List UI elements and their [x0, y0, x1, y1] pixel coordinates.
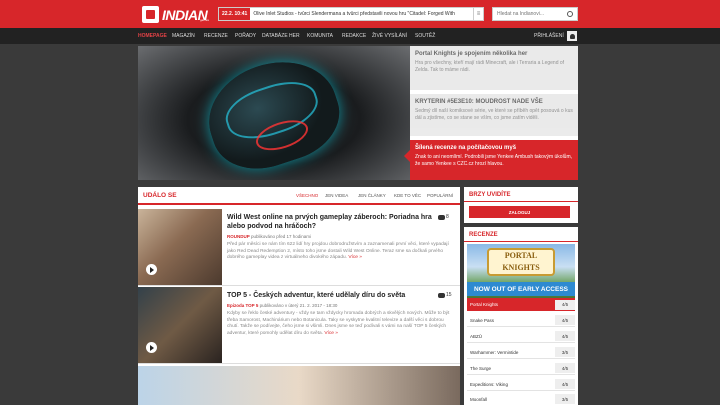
- divider: [464, 201, 578, 202]
- article-meta: ROUNDUP publikováno před 17 hodinami: [227, 234, 312, 239]
- logo-icon: [142, 6, 159, 23]
- comment-icon: [438, 292, 445, 298]
- filter-all[interactable]: Všechno: [296, 193, 318, 198]
- ticker-list-icon[interactable]: ≡: [473, 8, 483, 20]
- hero-slider: Portal Knights je spojením několika her …: [138, 46, 578, 180]
- review-item[interactable]: Snake Pass 4/5: [467, 314, 575, 327]
- hero-item-title: Šílená recenze na počítačovou myš: [415, 145, 517, 151]
- news-feed: UDÁLO SE Všechno Jen videa Jen články Kd…: [138, 187, 460, 405]
- filter-videos[interactable]: Jen videa: [325, 193, 348, 198]
- main-nav: Homepage Magazín Recenze Pořady Databáze…: [0, 28, 720, 44]
- hero-item-active[interactable]: Šílená recenze na počítačovou myš Znak t…: [410, 140, 578, 180]
- hero-item-desc: Znak to ani neomlímí. Podrobili jsme Yen…: [415, 154, 573, 167]
- read-more-link[interactable]: Více »: [348, 255, 362, 260]
- article-item[interactable]: [138, 366, 460, 405]
- review-score: 4/5: [555, 331, 575, 341]
- feed-title: UDÁLO SE: [143, 192, 177, 199]
- article-title[interactable]: TOP 5 - Českých adventur, které udělaly …: [227, 291, 433, 300]
- review-score: 3/5: [555, 394, 575, 404]
- read-more-link[interactable]: Více »: [324, 331, 338, 336]
- login-widget-title: BRZY UVIDÍTE: [469, 192, 511, 198]
- hero-item[interactable]: KRYTERIN #5E3E10: MOUDROST NADE VŠE Sedm…: [410, 94, 578, 136]
- article-thumbnail[interactable]: [138, 287, 222, 363]
- hero-item-desc: Hra pro všechny, kteří mají rádi Minecra…: [415, 60, 565, 73]
- ticker-text[interactable]: Olive Inlet Studios - tvůrci Slendermana…: [250, 11, 473, 17]
- ticker-date: 22.2. 10:41: [219, 8, 251, 20]
- news-ticker[interactable]: 22.2. 10:41 Olive Inlet Studios - tvůrci…: [218, 7, 484, 21]
- search-box[interactable]: [492, 7, 578, 21]
- review-item[interactable]: Warhammer: Vermintide 3/5: [467, 346, 575, 359]
- login-widget: BRZY UVIDÍTE ZALOGUJ: [464, 187, 578, 223]
- review-name: Snake Pass: [470, 317, 495, 323]
- banner-logo: PORTAL KNIGHTS: [487, 248, 555, 276]
- nav-item-redakce[interactable]: Redakce: [342, 28, 366, 44]
- article-item[interactable]: TOP 5 - Českých adventur, které udělaly …: [138, 287, 460, 364]
- nav-item-komunita[interactable]: Komunita: [307, 28, 333, 44]
- filter-popular[interactable]: Populární: [427, 193, 453, 198]
- search-input[interactable]: [497, 11, 567, 17]
- article-thumbnail[interactable]: [138, 209, 222, 285]
- review-score: 4/5: [555, 299, 575, 310]
- divider: [464, 241, 578, 242]
- nav-item-recenze[interactable]: Recenze: [204, 28, 228, 44]
- review-item[interactable]: ABZÛ 4/5: [467, 330, 575, 343]
- article-item[interactable]: Wild West online na prvých gameplay zábe…: [138, 209, 460, 286]
- article-excerpt: Před pár měsíci se nám tím 622 lidí hry …: [227, 242, 449, 261]
- review-name: Expeditions: Viking: [470, 381, 508, 387]
- play-icon[interactable]: [146, 342, 157, 353]
- comment-count[interactable]: 15: [438, 292, 452, 298]
- nav-item-databaze-her[interactable]: Databáze her: [262, 28, 300, 44]
- hero-item-title: Portal Knights je spojením několika her: [415, 51, 528, 57]
- gaming-mouse-image: [195, 46, 351, 180]
- review-name: Warhammer: Vermintide: [470, 349, 519, 355]
- comment-icon: [438, 214, 445, 220]
- hero-item[interactable]: Portal Knights je spojením několika her …: [410, 46, 578, 90]
- hero-item-desc: Sedmý díl naší komiksové série, ve které…: [415, 108, 573, 121]
- user-icon[interactable]: [567, 31, 577, 41]
- nav-item-homepage[interactable]: Homepage: [138, 28, 167, 44]
- hero-list: Portal Knights je spojením několika her …: [410, 46, 578, 180]
- filter-articles[interactable]: Jen články: [358, 193, 386, 198]
- play-icon[interactable]: [146, 264, 157, 275]
- nav-item-zive-vysilani[interactable]: Živé vysílání: [372, 28, 407, 44]
- article-meta: Epizoda TOP 5 publikováno v úterý 21. 2.…: [227, 303, 338, 308]
- review-name: ABZÛ: [470, 333, 483, 339]
- reviews-widget: RECENZE PORTAL KNIGHTS NOW OUT OF EARLY …: [464, 227, 578, 405]
- review-name: Portal Knights: [470, 302, 499, 307]
- review-item[interactable]: Portal Knights 4/5: [467, 298, 575, 311]
- review-item[interactable]: Expeditions: Viking 4/5: [467, 378, 575, 391]
- review-item[interactable]: Moonfall 3/5: [467, 393, 575, 405]
- review-name: Moonfall: [470, 396, 488, 402]
- portal-knights-banner[interactable]: PORTAL KNIGHTS NOW OUT OF EARLY ACCESS: [467, 244, 575, 301]
- nav-item-magazin[interactable]: Magazín: [172, 28, 195, 44]
- login-link[interactable]: PŘIHLÁŠENÍ: [534, 28, 564, 44]
- article-title[interactable]: Wild West online na prvých gameplay zábe…: [227, 213, 433, 231]
- article-thumbnail[interactable]: [138, 366, 460, 405]
- review-score: 4/5: [555, 315, 575, 325]
- nav-item-porady[interactable]: Pořady: [235, 28, 256, 44]
- active-pointer-icon: [404, 150, 410, 162]
- reviews-title: RECENZE: [469, 232, 498, 238]
- login-button[interactable]: ZALOGUJ: [469, 206, 570, 218]
- hero-item-title: KRYTERIN #5E3E10: MOUDROST NADE VŠE: [415, 99, 543, 105]
- banner-cta: NOW OUT OF EARLY ACCESS: [467, 282, 575, 296]
- review-score: 3/5: [555, 347, 575, 357]
- filter-where[interactable]: Kde to věc: [394, 193, 421, 198]
- review-score: 4/5: [555, 363, 575, 373]
- article-excerpt: Kdyby se řeklo české adventury - vždy se…: [227, 311, 450, 336]
- review-score: 4/5: [555, 379, 575, 389]
- comment-count[interactable]: 8: [438, 214, 449, 220]
- hero-image[interactable]: [138, 46, 410, 180]
- site-header: INDIAN games 22.2. 10:41 Olive Inlet Stu…: [0, 0, 720, 28]
- review-name: The Surge: [470, 365, 492, 371]
- nav-item-soutez[interactable]: Soutěž: [415, 28, 435, 44]
- feed-header: UDÁLO SE Všechno Jen videa Jen články Kd…: [138, 187, 460, 205]
- site-logo[interactable]: INDIAN games: [142, 5, 210, 24]
- logo-subtitle: games: [200, 18, 210, 22]
- review-item[interactable]: The Surge 4/5: [467, 362, 575, 375]
- search-icon[interactable]: [567, 11, 573, 17]
